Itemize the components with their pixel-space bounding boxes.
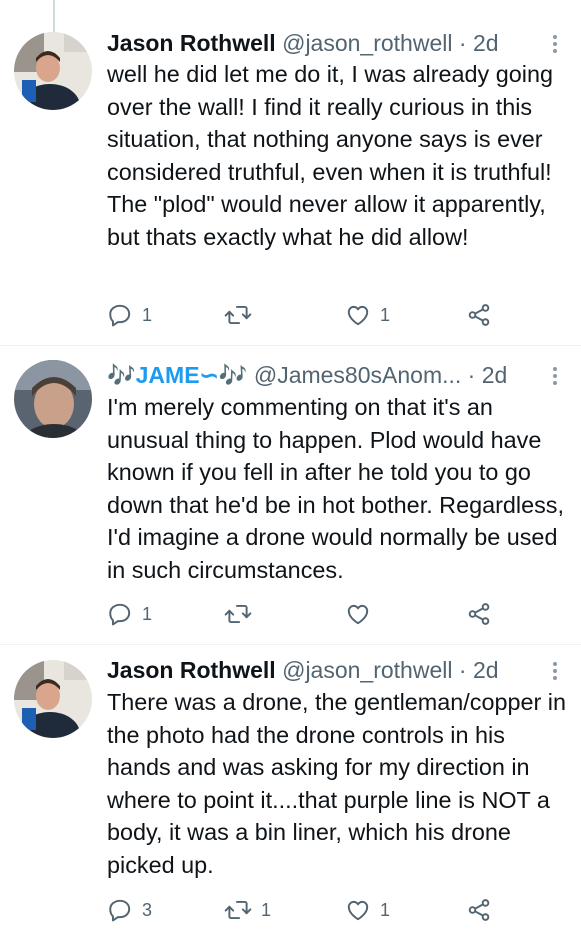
reply-button[interactable]: 1: [107, 300, 152, 330]
tweet-header: Jason Rothwell @jason_rothwell · 2d: [107, 654, 541, 686]
share-button[interactable]: [466, 599, 492, 629]
retweet-icon: [224, 601, 252, 627]
display-name[interactable]: Jason Rothwell: [107, 30, 276, 56]
heart-icon: [345, 897, 371, 923]
retweet-count: 1: [261, 899, 272, 920]
retweet-button[interactable]: [224, 300, 261, 330]
tweet-actions: 1 1: [107, 300, 527, 330]
reply-button[interactable]: 3: [107, 895, 152, 925]
share-button[interactable]: [466, 300, 492, 330]
tweet[interactable]: Jason Rothwell @jason_rothwell · 2d well…: [0, 0, 581, 345]
timestamp[interactable]: 2d: [473, 657, 499, 683]
share-icon: [466, 601, 492, 627]
reply-count: 1: [142, 304, 153, 325]
separator-dot: ·: [458, 30, 467, 56]
like-button[interactable]: 1: [345, 895, 390, 925]
retweet-icon: [224, 897, 252, 923]
like-button[interactable]: 1: [345, 300, 390, 330]
separator-dot: ·: [467, 362, 476, 388]
share-icon: [466, 302, 492, 328]
user-handle[interactable]: @jason_rothwell: [282, 657, 452, 683]
avatar[interactable]: [14, 32, 92, 110]
tweet-header: 🎶JAME∽🎶 @James80sAnom... · 2d: [107, 359, 541, 391]
timestamp[interactable]: 2d: [482, 362, 508, 388]
user-handle[interactable]: @James80sAnom...: [254, 362, 461, 388]
tweet[interactable]: 🎶JAME∽🎶 @James80sAnom... · 2d I'm merely…: [0, 346, 581, 644]
more-icon[interactable]: [547, 32, 563, 56]
tweet-text: There was a drone, the gentleman/copper …: [107, 689, 566, 878]
share-icon: [466, 897, 492, 923]
reply-button[interactable]: 1: [107, 599, 152, 629]
more-icon[interactable]: [547, 659, 563, 683]
tweet-actions: 1: [107, 599, 527, 629]
tweet-text: I'm merely commenting on that it's an un…: [107, 394, 564, 583]
display-name[interactable]: Jason Rothwell: [107, 657, 276, 683]
like-count: 1: [380, 304, 391, 325]
avatar[interactable]: [14, 360, 92, 438]
reply-count: 3: [142, 899, 153, 920]
display-name[interactable]: 🎶JAME∽🎶: [107, 362, 247, 388]
more-icon[interactable]: [547, 364, 563, 388]
retweet-button[interactable]: [224, 599, 261, 629]
reply-icon: [107, 897, 133, 923]
tweet-text: well he did let me do it, I was already …: [107, 61, 553, 250]
share-button[interactable]: [466, 895, 492, 925]
tweet-header: Jason Rothwell @jason_rothwell · 2d: [107, 27, 541, 59]
user-handle[interactable]: @jason_rothwell: [282, 30, 452, 56]
avatar[interactable]: [14, 660, 92, 738]
reply-icon: [107, 302, 133, 328]
heart-icon: [345, 302, 371, 328]
retweet-icon: [224, 302, 252, 328]
like-count: 1: [380, 899, 391, 920]
tweet[interactable]: Jason Rothwell @jason_rothwell · 2d Ther…: [0, 645, 581, 933]
timestamp[interactable]: 2d: [473, 30, 499, 56]
tweet-actions: 3 1 1: [107, 895, 527, 925]
retweet-button[interactable]: 1: [224, 895, 271, 925]
heart-icon: [345, 601, 371, 627]
separator-dot: ·: [458, 657, 467, 683]
like-button[interactable]: [345, 599, 380, 629]
reply-icon: [107, 601, 133, 627]
reply-count: 1: [142, 603, 153, 624]
